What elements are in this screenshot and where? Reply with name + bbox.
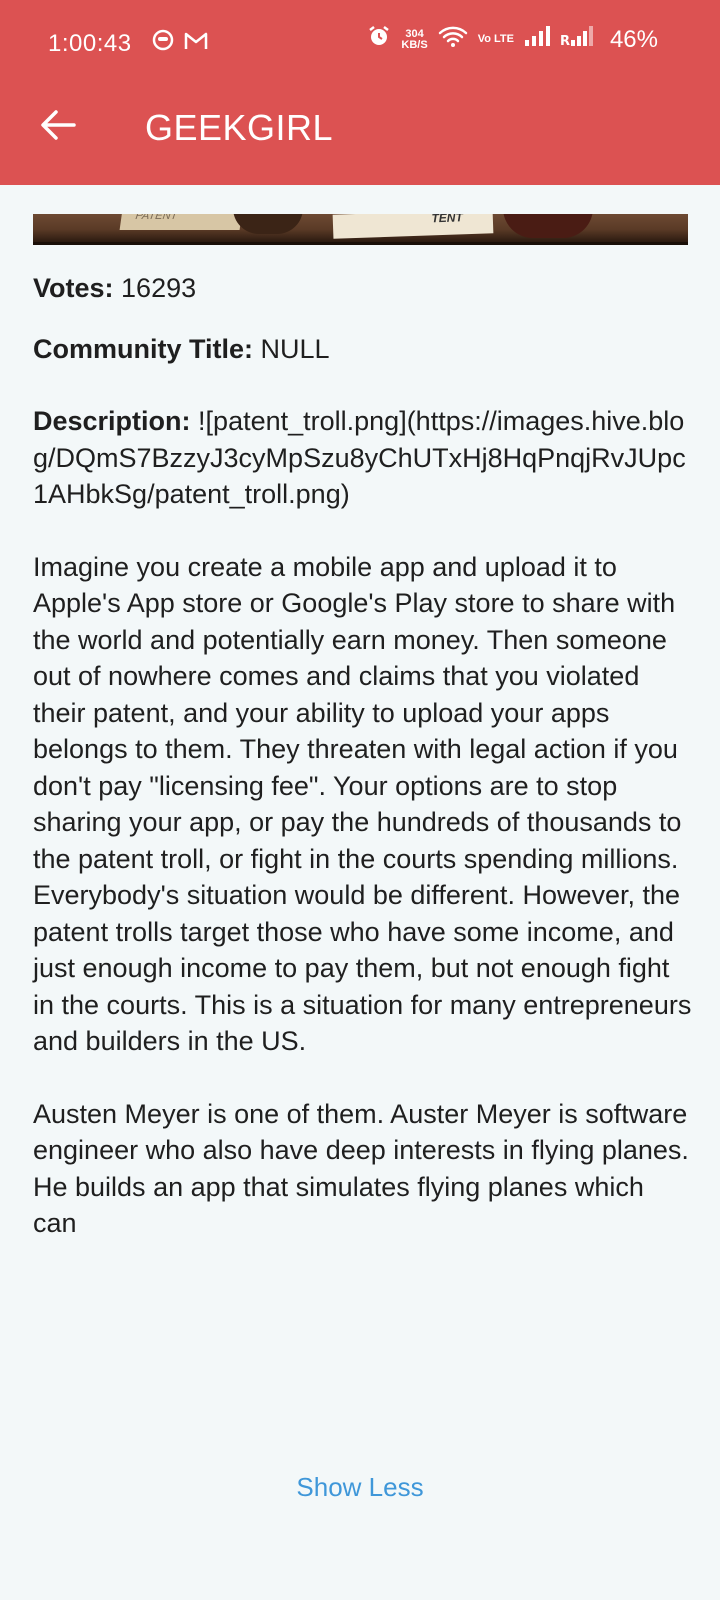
app-bar: GEEKGIRL bbox=[0, 95, 720, 165]
alarm-icon bbox=[367, 24, 391, 55]
description-paragraph: Imagine you create a mobile app and uplo… bbox=[33, 551, 692, 1057]
votes-label: Votes: bbox=[33, 273, 114, 303]
banner-paper-left: PATENT bbox=[119, 214, 243, 230]
back-arrow-icon bbox=[40, 109, 76, 146]
banner-paper-right: TENT bbox=[332, 214, 494, 239]
wifi-icon bbox=[438, 24, 468, 55]
notification-icons bbox=[152, 29, 208, 58]
status-bar: 1:00:43 304 KB/S Vo LTE R 46% bbox=[0, 18, 720, 68]
community-label: Community Title: bbox=[33, 333, 254, 364]
status-time: 1:00:43 bbox=[48, 30, 132, 57]
community-value: NULL bbox=[260, 333, 330, 364]
gmail-icon bbox=[184, 30, 208, 58]
votes-row: Votes: 16293 bbox=[33, 270, 693, 307]
back-button[interactable] bbox=[36, 105, 80, 149]
network-speed-unit: KB/S bbox=[401, 38, 428, 51]
description-label: Description: bbox=[33, 406, 191, 436]
volte-label: Vo LTE bbox=[477, 33, 514, 45]
signal-icon-1 bbox=[524, 25, 550, 54]
description-paragraph: Austen Meyer is one of them. Auster Meye… bbox=[33, 1098, 689, 1239]
banner-bell-right bbox=[503, 214, 593, 238]
description-row: Description: ![patent_troll.png](https:/… bbox=[33, 403, 693, 513]
post-image: PATENT TENT bbox=[33, 214, 688, 245]
network-speed: 304 KB/S bbox=[401, 27, 428, 51]
battery-percent: 46% bbox=[609, 25, 658, 53]
votes-value: 16293 bbox=[121, 273, 197, 303]
app-notification-icon bbox=[152, 29, 174, 58]
signal-icon-2: R bbox=[560, 25, 594, 54]
community-row: Community Title: NULL bbox=[33, 331, 693, 368]
show-less-button[interactable]: Show Less bbox=[0, 1472, 720, 1503]
status-right-icons: 304 KB/S Vo LTE R 46% bbox=[367, 24, 658, 55]
top-bar: 1:00:43 304 KB/S Vo LTE R 46% GEEKGIRL bbox=[0, 0, 720, 185]
app-title: GEEKGIRL bbox=[145, 107, 334, 148]
svg-text:R: R bbox=[560, 34, 570, 47]
post-details: Votes: 16293 Community Title: NULL Descr… bbox=[33, 270, 693, 1278]
banner-bell-left bbox=[233, 214, 303, 234]
network-speed-value: 304 bbox=[405, 27, 424, 40]
